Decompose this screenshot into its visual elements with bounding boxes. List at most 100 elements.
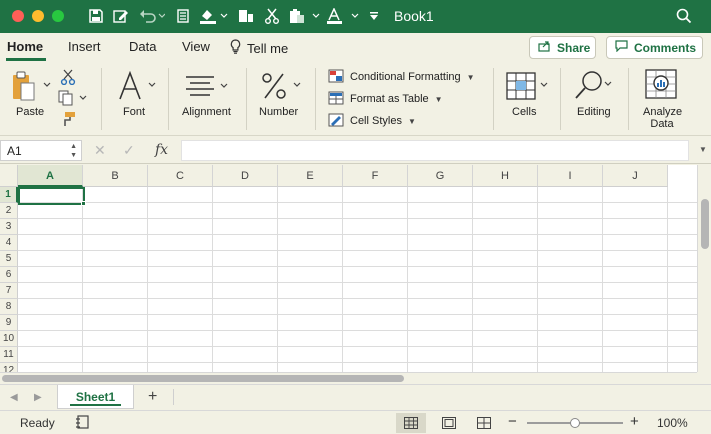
conditional-formatting-icon: [328, 69, 344, 86]
zoom-out-button[interactable]: −: [508, 413, 517, 430]
column-header[interactable]: A: [18, 165, 83, 187]
paste-button[interactable]: [10, 70, 52, 105]
status-ready: Ready: [20, 416, 55, 430]
grid-column-line: [472, 187, 473, 372]
font-button[interactable]: [117, 70, 159, 104]
grid-row-line: [18, 298, 697, 299]
comments-button[interactable]: Comments: [606, 36, 703, 59]
add-sheet-button[interactable]: +: [148, 388, 157, 406]
grid-row-line: [18, 362, 697, 363]
worksheet-grid[interactable]: A B C D E F G H I J 1 2 3 4 5 6 7 8 9 10 11 12: [0, 165, 697, 372]
copy-format-icon[interactable]: [237, 7, 255, 25]
active-cell-a1[interactable]: [18, 187, 85, 205]
normal-view-button[interactable]: [396, 413, 426, 433]
grid-row-line: [18, 346, 697, 347]
form-icon[interactable]: [176, 7, 190, 25]
column-header[interactable]: G: [408, 165, 473, 187]
ribbon-separator: [101, 68, 102, 130]
tab-insert[interactable]: Insert: [68, 39, 101, 54]
page-layout-view-button[interactable]: [434, 413, 464, 433]
paste-icon[interactable]: [289, 7, 321, 25]
minimize-window-button[interactable]: [32, 10, 44, 22]
horizontal-scroll-thumb[interactable]: [2, 375, 404, 382]
tell-me-label: Tell me: [247, 40, 289, 56]
row-header[interactable]: 4: [0, 235, 18, 251]
vertical-scrollbar[interactable]: [697, 165, 711, 372]
edit-document-icon[interactable]: [112, 7, 130, 25]
close-window-button[interactable]: [12, 10, 24, 22]
row-header[interactable]: 9: [0, 315, 18, 331]
analyze-data-button[interactable]: [645, 69, 679, 104]
cells-button[interactable]: [505, 71, 551, 104]
format-painter-button[interactable]: [59, 111, 77, 130]
row-header[interactable]: 6: [0, 267, 18, 283]
grid-column-line: [342, 187, 343, 372]
customize-toolbar-icon[interactable]: [368, 7, 380, 25]
editing-button[interactable]: [574, 70, 614, 103]
tab-view[interactable]: View: [182, 39, 210, 54]
column-header[interactable]: B: [83, 165, 148, 187]
undo-icon[interactable]: [138, 7, 166, 25]
row-header[interactable]: 7: [0, 283, 18, 299]
alignment-button[interactable]: [185, 75, 231, 100]
comment-icon: [615, 40, 628, 55]
column-header[interactable]: C: [148, 165, 213, 187]
cell-styles-button[interactable]: Cell Styles ▼: [328, 112, 416, 130]
conditional-formatting-button[interactable]: Conditional Formatting ▼: [328, 68, 475, 86]
formula-input[interactable]: [181, 140, 689, 161]
search-icon[interactable]: [676, 8, 692, 27]
tell-me-search[interactable]: Tell me: [230, 39, 288, 57]
row-header[interactable]: 2: [0, 203, 18, 219]
sheet-bar-separator: [173, 389, 174, 405]
cell-styles-icon: [328, 113, 344, 130]
cut-icon[interactable]: [264, 7, 280, 25]
row-header[interactable]: 11: [0, 347, 18, 363]
lightbulb-icon: [230, 39, 241, 57]
row-header[interactable]: 5: [0, 251, 18, 267]
column-header[interactable]: J: [603, 165, 668, 187]
fill-handle[interactable]: [81, 201, 86, 206]
zoom-level[interactable]: 100%: [657, 416, 688, 430]
vertical-scroll-thumb[interactable]: [701, 199, 709, 249]
number-format-button[interactable]: [260, 71, 306, 104]
column-header[interactable]: F: [343, 165, 408, 187]
zoom-slider-thumb[interactable]: [570, 418, 580, 428]
insert-function-button[interactable]: fx: [155, 142, 168, 158]
maximize-window-button[interactable]: [52, 10, 64, 22]
save-icon[interactable]: [88, 7, 104, 25]
row-header[interactable]: 12: [0, 363, 18, 372]
expand-formula-bar-icon[interactable]: ▼: [699, 145, 707, 154]
share-button[interactable]: Share: [529, 36, 596, 59]
tab-home[interactable]: Home: [7, 39, 43, 54]
number-label: Number: [259, 106, 299, 118]
format-as-table-button[interactable]: Format as Table ▼: [328, 90, 443, 108]
column-header[interactable]: I: [538, 165, 603, 187]
analyze-data-label: Analyze Data: [643, 106, 683, 130]
enter-formula-button[interactable]: ✓: [123, 142, 135, 159]
column-header[interactable]: E: [278, 165, 343, 187]
copy-button[interactable]: [58, 90, 90, 109]
row-header[interactable]: 10: [0, 331, 18, 347]
next-sheet-icon[interactable]: ▶: [34, 392, 42, 403]
grid-column-line: [537, 187, 538, 372]
tab-data[interactable]: Data: [129, 39, 156, 54]
row-header[interactable]: 8: [0, 299, 18, 315]
row-header[interactable]: 3: [0, 219, 18, 235]
fill-color-icon[interactable]: [199, 7, 229, 25]
name-box-stepper-icon[interactable]: ▲ ▼: [70, 142, 77, 160]
row-header[interactable]: 1: [0, 187, 18, 203]
cut-button[interactable]: [60, 69, 76, 88]
column-header[interactable]: D: [213, 165, 278, 187]
ribbon-separator: [560, 68, 561, 130]
ribbon-separator: [628, 68, 629, 130]
select-all-button[interactable]: [0, 165, 18, 187]
previous-sheet-icon[interactable]: ◀: [10, 392, 18, 403]
font-color-icon[interactable]: [326, 7, 360, 25]
cancel-formula-button[interactable]: ✕: [94, 142, 106, 159]
column-header[interactable]: H: [473, 165, 538, 187]
accessibility-check-icon[interactable]: [75, 415, 89, 434]
page-break-view-button[interactable]: [469, 413, 499, 433]
zoom-in-button[interactable]: +: [630, 413, 639, 430]
name-box[interactable]: A1 ▲ ▼: [0, 140, 82, 161]
horizontal-scrollbar[interactable]: [0, 372, 697, 384]
